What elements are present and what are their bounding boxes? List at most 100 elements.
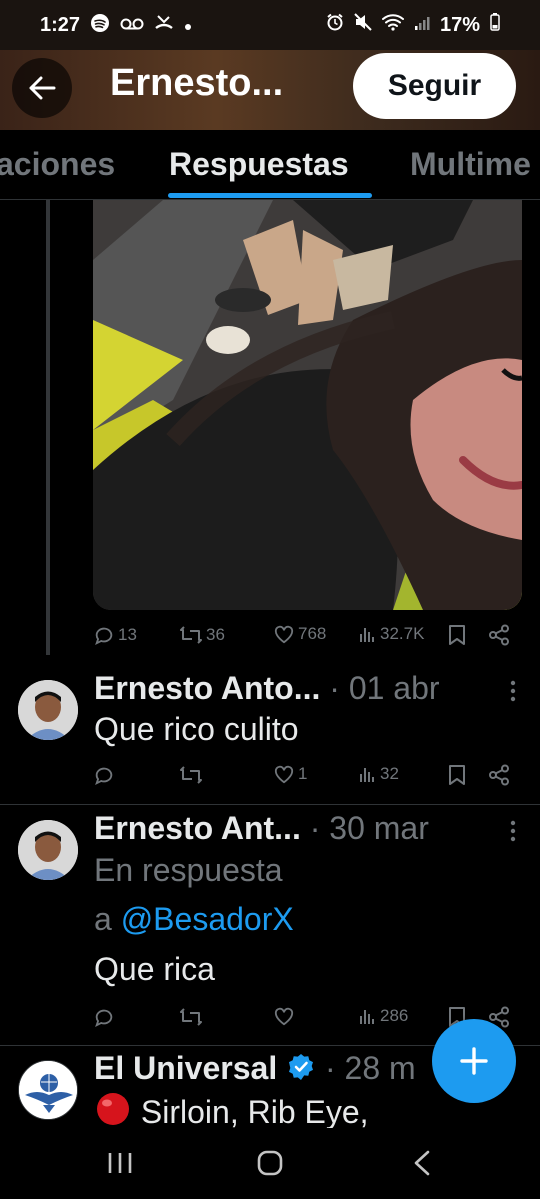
mute-icon xyxy=(354,13,372,37)
recents-button[interactable] xyxy=(100,1148,140,1178)
retweet-icon xyxy=(180,626,202,644)
author-name[interactable]: Ernesto Ant... xyxy=(94,810,301,846)
like-button[interactable] xyxy=(273,1006,298,1026)
like-button[interactable]: 1 xyxy=(273,764,307,784)
tweet-header: Ernesto Ant... · 30 mar xyxy=(94,810,484,847)
comment-icon xyxy=(95,767,113,786)
retweet-icon xyxy=(180,1008,202,1026)
dot-icon xyxy=(184,14,192,37)
share-button[interactable] xyxy=(488,624,510,646)
retweet-button[interactable]: 36 xyxy=(179,624,225,646)
comment-icon xyxy=(95,1009,113,1028)
wifi-icon xyxy=(381,13,404,37)
share-icon xyxy=(489,624,509,646)
tweet-divider xyxy=(0,804,540,805)
retweet-button[interactable] xyxy=(179,764,206,786)
home-icon xyxy=(257,1150,283,1176)
tweet-actions: 13 36 768 32.7K xyxy=(93,624,523,654)
tweet-date: · 28 m xyxy=(324,1050,416,1086)
recents-icon xyxy=(108,1153,132,1173)
profile-header: Ernesto... Seguir xyxy=(0,50,540,130)
avatar[interactable] xyxy=(18,680,78,740)
comment-icon xyxy=(95,627,113,646)
spotify-icon xyxy=(90,13,110,38)
tab-publicaciones[interactable]: aciones xyxy=(0,146,115,183)
back-nav-button[interactable] xyxy=(402,1148,442,1178)
tweet-text: Que rica xyxy=(94,951,215,987)
like-button[interactable]: 768 xyxy=(273,624,326,644)
views-button[interactable]: 32 xyxy=(359,764,399,784)
more-options-icon[interactable] xyxy=(510,820,516,848)
heart-icon xyxy=(274,625,294,644)
views-icon xyxy=(360,628,374,642)
like-count: 1 xyxy=(298,764,308,783)
avatar-photo xyxy=(18,680,78,740)
views-count: 286 xyxy=(380,1006,409,1025)
author-name[interactable]: El Universal xyxy=(94,1050,277,1086)
status-time: 1:27 xyxy=(40,13,81,36)
tweet-actions: 1 32 xyxy=(93,764,523,794)
reply-count: 13 xyxy=(118,625,137,644)
share-button[interactable] xyxy=(488,764,510,786)
tweet-photo[interactable] xyxy=(93,200,522,610)
share-icon xyxy=(489,764,509,786)
tweet-date: · 01 abr xyxy=(329,670,440,706)
plus-icon xyxy=(460,1047,488,1075)
tweet-header: Ernesto Anto... · 01 abr xyxy=(94,670,484,707)
views-icon xyxy=(360,1010,374,1024)
author-name[interactable]: Ernesto Anto... xyxy=(94,670,320,706)
el-universal-logo xyxy=(19,1061,77,1119)
compose-button[interactable] xyxy=(432,1019,516,1103)
more-options-icon[interactable] xyxy=(510,680,516,708)
tweet-text: Que rico culito xyxy=(94,711,299,747)
back-button[interactable] xyxy=(12,58,72,118)
avatar[interactable] xyxy=(18,820,78,880)
views-count: 32.7K xyxy=(380,624,425,643)
tab-multimedia[interactable]: Multime xyxy=(410,146,531,183)
reply-button[interactable]: 13 xyxy=(93,624,137,646)
voicemail-icon xyxy=(120,14,144,37)
back-icon xyxy=(414,1150,430,1176)
selfie-photo xyxy=(93,200,522,610)
arrow-left-icon xyxy=(29,76,56,100)
tweet-date: · 30 mar xyxy=(309,810,429,846)
alarm-icon xyxy=(326,13,344,37)
heart-icon xyxy=(274,765,294,784)
heart-icon xyxy=(274,1007,294,1026)
follow-button[interactable]: Seguir xyxy=(353,53,516,119)
signal-icon xyxy=(414,14,430,37)
reply-to-prefix: a xyxy=(94,901,121,937)
home-button[interactable] xyxy=(250,1148,290,1178)
views-icon xyxy=(360,768,374,782)
reply-button[interactable] xyxy=(93,764,118,786)
bookmark-icon xyxy=(449,765,465,785)
retweet-button[interactable] xyxy=(179,1006,206,1028)
profile-tabs: aciones Respuestas Multime xyxy=(0,130,540,200)
bookmark-button[interactable] xyxy=(448,624,466,646)
tweet-header: El Universal · 28 m xyxy=(94,1050,434,1090)
reply-context: En respuesta xyxy=(94,852,283,888)
bookmark-button[interactable] xyxy=(448,764,466,786)
profile-title: Ernesto... xyxy=(110,62,284,104)
retweet-count: 36 xyxy=(206,625,225,644)
reply-button[interactable] xyxy=(93,1006,118,1028)
views-count: 32 xyxy=(380,764,399,783)
missed-call-icon xyxy=(154,13,174,37)
like-count: 768 xyxy=(298,624,327,643)
battery-text: 17% xyxy=(439,13,480,36)
retweet-icon xyxy=(180,766,202,784)
views-button[interactable]: 286 xyxy=(359,1006,408,1026)
avatar[interactable] xyxy=(18,1060,78,1120)
battery-icon xyxy=(490,13,500,37)
avatar-photo xyxy=(18,820,78,880)
verified-badge-icon xyxy=(286,1052,316,1090)
tab-respuestas[interactable]: Respuestas xyxy=(169,146,349,183)
tweet-text: Sirloin, Rib Eye, xyxy=(140,1094,369,1130)
system-nav-bar xyxy=(0,1128,540,1199)
status-bar: 1:27 17% xyxy=(0,0,540,50)
thread-connector xyxy=(46,200,50,655)
views-button[interactable]: 32.7K xyxy=(359,624,424,644)
reply-context-target: a @BesadorX xyxy=(94,901,294,938)
bookmark-icon xyxy=(449,625,465,645)
mention-link[interactable]: @BesadorX xyxy=(121,901,294,937)
